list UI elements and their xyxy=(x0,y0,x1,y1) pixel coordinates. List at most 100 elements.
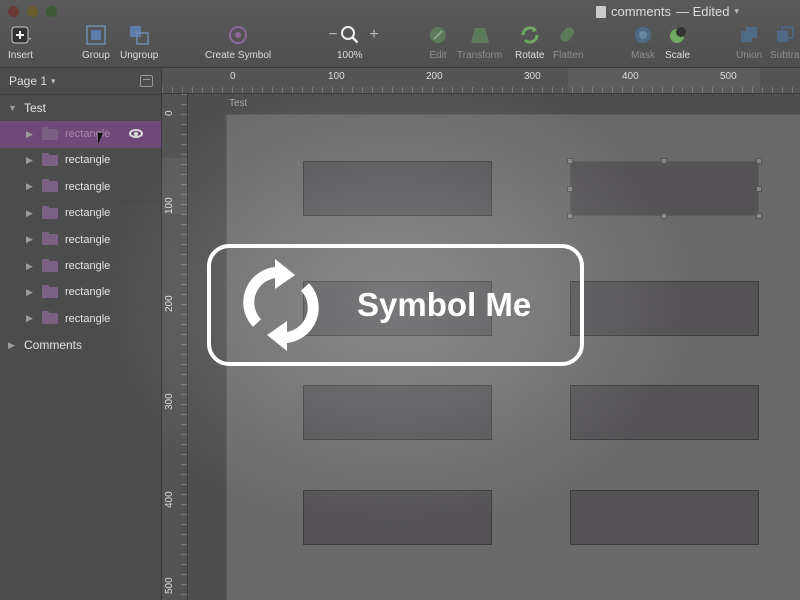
rectangle-shape[interactable] xyxy=(570,281,759,336)
layer-row[interactable]: ▶ rectangle xyxy=(0,174,161,201)
layer-name: rectangle xyxy=(65,154,111,167)
transform-icon xyxy=(469,24,491,46)
document-name: comments xyxy=(611,4,671,19)
rectangle-shape[interactable] xyxy=(303,490,492,545)
layer-row[interactable]: ▶ rectangle xyxy=(0,253,161,280)
ruler-label: 400 xyxy=(164,491,175,508)
rectangle-shape[interactable] xyxy=(303,161,492,216)
insert-icon xyxy=(10,24,32,46)
resize-handle[interactable] xyxy=(567,158,573,164)
resize-handle[interactable] xyxy=(567,213,573,219)
minimize-window-button[interactable] xyxy=(27,6,38,17)
chevron-down-icon: ▾ xyxy=(51,75,56,86)
folder-icon xyxy=(42,284,58,298)
group-icon xyxy=(85,24,107,46)
resize-handle[interactable] xyxy=(756,158,762,164)
group-label: Group xyxy=(82,50,110,61)
horizontal-ruler[interactable]: 0 100 200 300 400 500 xyxy=(162,68,800,94)
ruler-label: 400 xyxy=(622,71,639,82)
group-button[interactable]: Group xyxy=(82,24,110,64)
subtract-label: Subtra xyxy=(770,50,800,61)
resize-handle[interactable] xyxy=(756,213,762,219)
resize-handle[interactable] xyxy=(567,186,573,192)
ruler-label: 500 xyxy=(164,577,175,594)
vertical-ruler[interactable]: 0 100 200 300 400 500 xyxy=(162,94,188,600)
scale-button[interactable]: Scale xyxy=(665,24,690,64)
document-icon xyxy=(596,5,606,18)
flatten-icon xyxy=(557,24,579,46)
layer-row[interactable]: ▶ rectangle xyxy=(0,121,161,148)
ruler-label: 100 xyxy=(164,197,175,214)
create-symbol-button[interactable]: Create Symbol xyxy=(205,24,271,64)
rotate-button[interactable]: Rotate xyxy=(515,24,544,64)
chevron-down-icon: ▾ xyxy=(734,6,739,16)
zoom-in-button[interactable]: + xyxy=(363,24,385,64)
flatten-button[interactable]: Flatten xyxy=(553,24,584,64)
disclosure-closed-icon: ▶ xyxy=(8,339,15,350)
layer-row[interactable]: ▶ rectangle xyxy=(0,148,161,175)
folder-icon xyxy=(42,311,58,325)
ruler-label: 300 xyxy=(524,71,541,82)
maximize-window-button[interactable] xyxy=(46,6,57,17)
layer-group-comments[interactable]: ▶ Comments xyxy=(0,333,161,359)
layer-row[interactable]: ▶ rectangle xyxy=(0,280,161,307)
layer-name: rectangle xyxy=(65,286,111,299)
rotate-label: Rotate xyxy=(515,50,545,61)
refresh-icon xyxy=(243,259,319,351)
folder-icon xyxy=(42,179,58,193)
plus-icon: + xyxy=(369,26,379,43)
layer-row[interactable]: ▶ rectangle xyxy=(0,306,161,333)
edit-label: Edit xyxy=(429,50,447,61)
layer-row[interactable]: ▶ rectangle xyxy=(0,227,161,254)
resize-handle[interactable] xyxy=(756,186,762,192)
transform-button[interactable]: Transform xyxy=(457,24,502,64)
subtract-button[interactable]: Subtra xyxy=(770,24,799,64)
resize-handle[interactable] xyxy=(661,158,667,164)
rectangle-shape-selected[interactable] xyxy=(567,158,762,219)
layers-panel: Page 1 ▾ ▼ Test ▶ rectangle ▶ rectangle … xyxy=(0,68,162,600)
insert-button[interactable]: Insert xyxy=(8,24,33,64)
ungroup-button[interactable]: Ungroup xyxy=(120,24,158,64)
toolbar: comments — Edited ▾ Insert Group Ungroup… xyxy=(0,0,800,68)
disclosure-closed-icon: ▶ xyxy=(26,286,33,297)
window-title[interactable]: comments — Edited ▾ xyxy=(596,4,739,19)
resize-handle[interactable] xyxy=(661,213,667,219)
layer-name: rectangle xyxy=(65,207,111,220)
ruler-label: 200 xyxy=(164,295,175,312)
symbol-icon xyxy=(227,24,249,46)
ruler-label: 100 xyxy=(328,71,345,82)
mask-label: Mask xyxy=(631,50,655,61)
layer-name: rectangle xyxy=(65,180,111,193)
artboard-title[interactable]: Test xyxy=(229,98,247,109)
layer-group-name: Comments xyxy=(24,338,83,353)
rectangle-shape[interactable] xyxy=(570,385,759,440)
edit-button[interactable]: Edit xyxy=(427,24,449,64)
folder-icon xyxy=(42,258,58,272)
page-name: Page 1 xyxy=(9,74,48,88)
ungroup-icon xyxy=(128,24,150,46)
zoom-control[interactable]: 100% xyxy=(337,24,363,64)
symbol-me-overlay: Symbol Me xyxy=(207,244,584,366)
flatten-label: Flatten xyxy=(553,50,584,61)
layer-name: rectangle xyxy=(65,233,111,246)
disclosure-closed-icon: ▶ xyxy=(26,313,33,324)
disclosure-closed-icon: ▶ xyxy=(26,128,33,139)
page-selector[interactable]: Page 1 ▾ xyxy=(0,68,161,95)
scale-icon xyxy=(667,24,689,46)
rectangle-shape[interactable] xyxy=(570,490,759,545)
document-status: — Edited xyxy=(675,4,730,19)
ruler-label: 500 xyxy=(720,71,737,82)
eye-icon[interactable] xyxy=(129,129,143,139)
collapse-pages-button[interactable] xyxy=(140,75,153,87)
layer-row[interactable]: ▶ rectangle xyxy=(0,201,161,227)
union-label: Union xyxy=(736,50,763,61)
union-button[interactable]: Union xyxy=(736,24,762,64)
rectangle-shape[interactable] xyxy=(303,385,492,440)
close-window-button[interactable] xyxy=(8,6,19,17)
ruler-label: 200 xyxy=(426,71,443,82)
mask-button[interactable]: Mask xyxy=(631,24,655,64)
layer-group-name: Test xyxy=(24,100,47,115)
layer-group-test[interactable]: ▼ Test xyxy=(0,95,161,122)
layer-name: rectangle xyxy=(65,312,111,325)
disclosure-closed-icon: ▶ xyxy=(26,181,33,192)
